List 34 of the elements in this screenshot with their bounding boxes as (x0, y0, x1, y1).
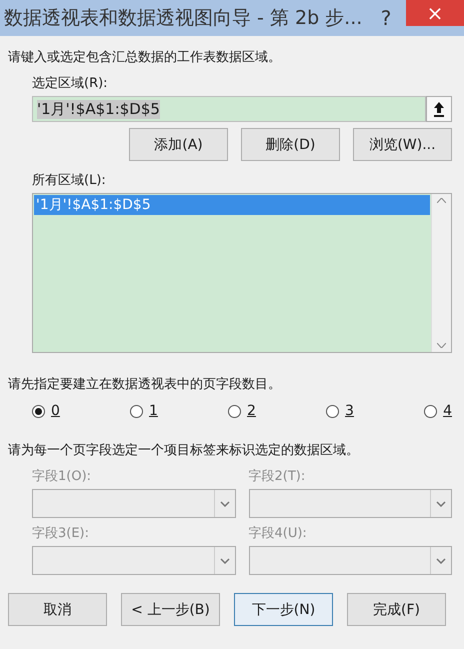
radio-option[interactable]: 3 (326, 403, 354, 419)
instruction-text: 请先指定要建立在数据透视表中的页字段数目。 (8, 376, 282, 393)
upload-arrow-icon (433, 101, 445, 117)
dialog-button[interactable]: 删除(D) (241, 128, 340, 161)
collapse-button[interactable] (426, 96, 452, 122)
chevron-down-icon (220, 500, 230, 506)
dialog-button[interactable]: < 上一步(B) (121, 593, 220, 626)
chevron-down-icon (220, 558, 230, 564)
dialog-button[interactable]: 取消 (8, 593, 107, 626)
radio-option[interactable]: 0 (32, 403, 60, 419)
field-label: 字段4(U): (248, 525, 308, 542)
range-input-field[interactable]: '1月'!$A$1:$D$5 (32, 96, 426, 122)
radio-option[interactable]: 1 (130, 403, 158, 419)
field-label: 选定区域(R): (32, 75, 109, 92)
instruction-text: 请为每一个页字段选定一个项目标签来标识选定的数据区域。 (8, 442, 360, 459)
chevron-down-icon (436, 558, 446, 564)
field-label: 字段2(T): (248, 468, 306, 485)
window-title: 数据透视表和数据透视图向导 - 第 2b 步... (3, 6, 364, 31)
instruction-text: 请键入或选定包含汇总数据的工作表数据区域。 (8, 49, 282, 66)
radio-option[interactable]: 4 (424, 403, 452, 419)
list-label: 所有区域(L): (32, 172, 107, 189)
chevron-down-icon (436, 500, 446, 506)
close-button[interactable]: × (406, 0, 464, 26)
scroll-up-icon (437, 198, 446, 203)
dialog-button[interactable]: 下一步(N) (234, 593, 333, 626)
help-button[interactable]: ? (366, 6, 406, 30)
field-label: 字段3(E): (32, 525, 90, 542)
dialog-button[interactable]: 添加(A) (129, 128, 228, 161)
field-label: 字段1(O): (32, 468, 92, 485)
dialog-button[interactable]: 完成(F) (347, 593, 446, 626)
scroll-down-icon (437, 343, 446, 348)
radio-option[interactable]: 2 (228, 403, 256, 419)
dialog-button[interactable]: 浏览(W)... (353, 128, 452, 161)
scrollbar[interactable] (431, 194, 451, 352)
